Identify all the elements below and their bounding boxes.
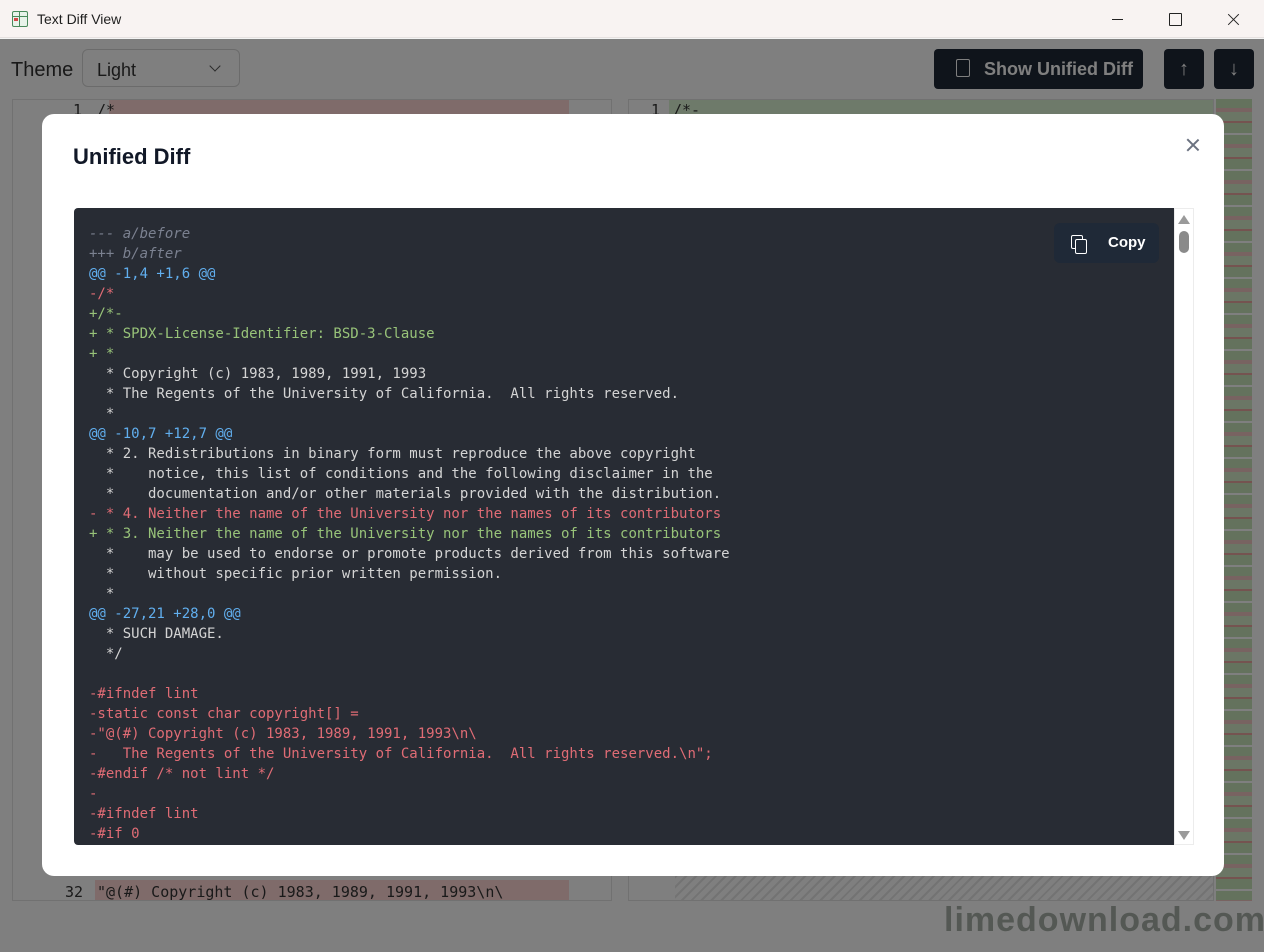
diff-line-ctx: * documentation and/or other materials p… bbox=[89, 486, 722, 502]
close-window-button[interactable] bbox=[1204, 0, 1262, 38]
diff-line-add: + * SPDX-License-Identifier: BSD-3-Claus… bbox=[89, 326, 435, 342]
copy-button[interactable]: Copy bbox=[1054, 223, 1159, 263]
diff-line-del: -static const char copyright[] = bbox=[89, 706, 359, 722]
diff-line-del: -#ifndef lint bbox=[89, 806, 199, 822]
diff-line-del: - The Regents of the University of Calif… bbox=[89, 746, 713, 762]
diff-line-meta: --- a/before bbox=[89, 226, 191, 242]
diff-line-ctx: * bbox=[89, 586, 115, 602]
diff-line-ctx bbox=[89, 664, 730, 684]
diff-line-ctx: * Copyright (c) 1983, 1989, 1991, 1993 bbox=[89, 366, 427, 382]
diff-line-del: -"@(#) Copyright (c) 1983, 1989, 1991, 1… bbox=[89, 726, 477, 742]
close-icon[interactable] bbox=[1182, 134, 1204, 156]
diff-line-ctx: * 2. Redistributions in binary form must… bbox=[89, 446, 696, 462]
maximize-button[interactable] bbox=[1146, 0, 1204, 38]
modal-title: Unified Diff bbox=[73, 144, 191, 169]
diff-line-del: - * 4. Neither the name of the Universit… bbox=[89, 506, 722, 522]
copy-icon bbox=[1071, 235, 1087, 254]
vertical-scrollbar[interactable] bbox=[1174, 208, 1194, 845]
diff-line-add: + * 3. Neither the name of the Universit… bbox=[89, 526, 722, 542]
diff-line-del: - bbox=[89, 786, 98, 802]
diff-line-ctx: */ bbox=[89, 646, 123, 662]
diff-line-hunk: @@ -27,21 +28,0 @@ bbox=[89, 606, 241, 622]
diff-line-hunk: @@ -1,4 +1,6 @@ bbox=[89, 266, 216, 282]
window-title: Text Diff View bbox=[37, 11, 122, 27]
diff-lines: --- a/before +++ b/after @@ -1,4 +1,6 @@ -/… bbox=[89, 224, 730, 844]
diff-line-ctx: * bbox=[89, 406, 115, 422]
copy-label: Copy bbox=[1108, 234, 1146, 251]
scroll-down-arrow-icon[interactable] bbox=[1178, 831, 1190, 840]
diff-line-ctx: * without specific prior written permiss… bbox=[89, 566, 503, 582]
diff-line-ctx: * SUCH DAMAGE. bbox=[89, 626, 224, 642]
diff-line-hunk: @@ -10,7 +12,7 @@ bbox=[89, 426, 233, 442]
unified-diff-code[interactable]: --- a/before +++ b/after @@ -1,4 +1,6 @@ -/… bbox=[74, 208, 1174, 845]
diff-line-meta: +++ b/after bbox=[89, 246, 182, 262]
diff-line-ctx: * may be used to endorse or promote prod… bbox=[89, 546, 730, 562]
diff-line-del: -#ifndef lint bbox=[89, 686, 199, 702]
scroll-up-arrow-icon[interactable] bbox=[1178, 215, 1190, 224]
diff-line-ctx: * The Regents of the University of Calif… bbox=[89, 386, 680, 402]
diff-line-add: +/*- bbox=[89, 306, 123, 322]
diff-line-ctx: * notice, this list of conditions and th… bbox=[89, 466, 713, 482]
minimize-button[interactable] bbox=[1088, 0, 1146, 38]
diff-line-del: -#endif /* not lint */ bbox=[89, 766, 275, 782]
diff-line-add: + * bbox=[89, 346, 115, 362]
scrollbar-thumb[interactable] bbox=[1179, 231, 1189, 253]
unified-diff-modal: Unified Diff --- a/before +++ b/after @@ -… bbox=[42, 114, 1224, 876]
title-bar: Text Diff View bbox=[0, 0, 1264, 38]
app-icon bbox=[12, 11, 28, 27]
diff-line-del: -#if 0 bbox=[89, 826, 140, 842]
diff-line-del: -/* bbox=[89, 286, 115, 302]
